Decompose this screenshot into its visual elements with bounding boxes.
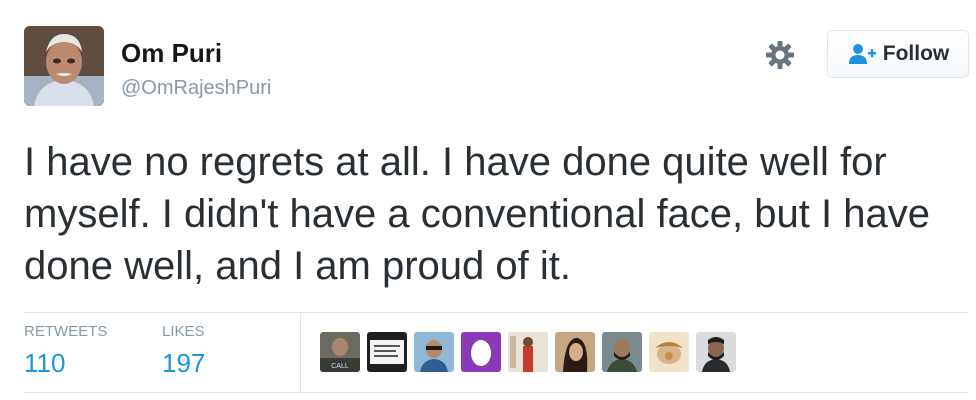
liker-avatar-5[interactable] [508,332,548,372]
liker-avatar-3[interactable] [414,332,454,372]
liker-avatar-2[interactable] [367,332,407,372]
retweets-count: 110 [24,348,66,378]
retweets-stat[interactable]: RETWEETS 110 [24,323,107,378]
likes-count: 197 [162,348,206,378]
likers-avatar-list: CALL [320,332,736,372]
liker-avatar-7[interactable] [602,332,642,372]
user-display-name[interactable]: Om Puri [121,38,222,68]
follow-button-label: Follow [882,42,950,65]
stats-divider-top [24,312,969,313]
user-handle[interactable]: @OmRajeshPuri [121,76,271,100]
add-user-icon [848,44,876,64]
liker-avatar-1[interactable]: CALL [320,332,360,372]
liker-avatar-6[interactable] [555,332,595,372]
tweet-text: I have no regrets at all. I have done qu… [24,140,930,288]
stats-separator [300,313,301,392]
avatar-image [24,26,104,106]
tweet-card: Om Puri @OmRajeshPuri Follow I have no r… [0,0,976,400]
follow-button[interactable]: Follow [827,30,969,78]
likes-stat[interactable]: LIKES 197 [162,323,205,378]
likes-label: LIKES [162,323,205,340]
liker-avatar-9[interactable] [696,332,736,372]
default-egg-avatar[interactable] [461,332,501,372]
liker-avatar-8[interactable] [649,332,689,372]
retweets-label: RETWEETS [24,323,108,340]
svg-text:CALL: CALL [331,363,349,370]
profile-avatar[interactable] [24,26,104,106]
gear-icon[interactable] [763,38,797,72]
stats-divider-bottom [24,392,969,393]
